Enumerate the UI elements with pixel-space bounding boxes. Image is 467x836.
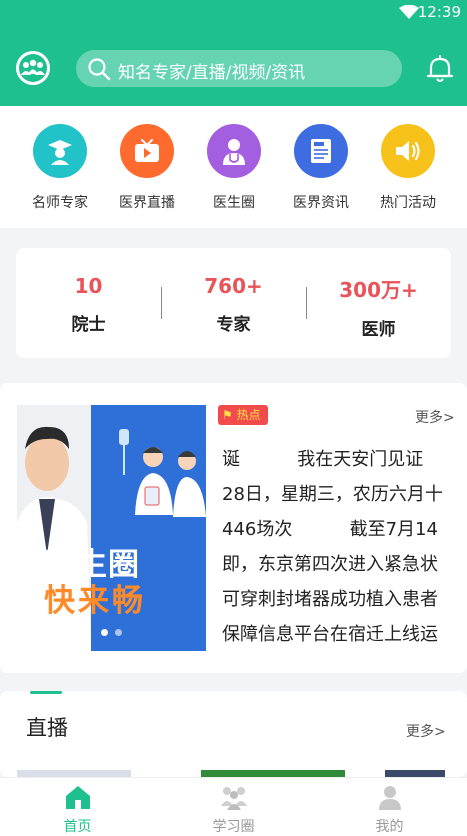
stat-value: 10 [74, 274, 103, 298]
stat-academicians: 10 院士 [16, 248, 161, 335]
tab-home[interactable]: 首页 [0, 778, 155, 836]
news-section: 医生圈 快来畅 ⚑ 热点 更多> 诞 我在天安门见证 28日，星期三，农历六月十… [0, 383, 467, 673]
news-item[interactable]: 即，东京第四次进入紧急状 [222, 550, 438, 576]
news-list: 诞 我在天安门见证 28日，星期三，农历六月十 446场次 截至7月14 即，东… [222, 441, 452, 651]
quick-nav-label: 医生圈 [213, 195, 255, 211]
wifi-icon [399, 5, 419, 19]
stat-value: 300万+ [339, 278, 418, 302]
logo-icon [16, 51, 50, 85]
live-section-title: 直播 [26, 716, 68, 740]
stat-label: 医师 [361, 320, 396, 340]
quick-nav-doctor-circle[interactable]: 医生圈 [189, 124, 279, 212]
stat-value: 760+ [204, 274, 263, 298]
quick-nav-label: 热门活动 [380, 195, 436, 211]
doctor-icon [223, 139, 245, 165]
bottom-tab-bar: 首页 学习圈 我的 [0, 777, 467, 836]
stats-card: 10 院士 760+ 专家 300万+ 医师 [16, 248, 451, 358]
search-icon [88, 58, 111, 81]
bell-icon[interactable] [427, 55, 453, 83]
news-doc-icon [311, 139, 331, 163]
status-bar: 12:39 [0, 0, 467, 24]
news-item[interactable]: 可穿刺封堵器成功植入患者 [222, 585, 438, 611]
carousel-dot[interactable] [115, 629, 122, 636]
study-group-icon [220, 787, 247, 810]
tab-label: 学习圈 [212, 819, 255, 835]
quick-nav-experts[interactable]: 名师专家 [15, 124, 105, 212]
hot-badge-label: 热点 [236, 408, 261, 422]
quick-nav-live[interactable]: 医界直播 [102, 124, 192, 212]
stat-label: 院士 [71, 315, 106, 335]
doctor-cartoon-icon [119, 429, 206, 517]
tv-play-icon [135, 139, 159, 162]
news-item[interactable]: 446场次 截至7月14 [222, 515, 438, 541]
tab-label: 我的 [375, 819, 404, 835]
tab-label: 首页 [63, 819, 92, 835]
quick-nav: 名师专家 医界直播 医生圈 医界资讯 热门活动 [0, 106, 467, 228]
stat-doctors: 300万+ 医师 [306, 248, 451, 340]
hot-badge: ⚑ 热点 [218, 405, 268, 425]
quick-nav-label: 医界直播 [119, 195, 175, 211]
quick-nav-label: 名师专家 [32, 195, 88, 211]
search-input[interactable]: 知名专家/直播/视频/资讯 [118, 58, 305, 83]
live-more-link[interactable]: 更多> [406, 721, 446, 741]
section-indicator [30, 691, 62, 694]
quick-nav-news[interactable]: 医界资讯 [276, 124, 366, 212]
speaker-icon [396, 141, 420, 161]
banner-subtitle: 快来畅 [44, 583, 146, 619]
tab-study-group[interactable]: 学习圈 [156, 778, 311, 836]
flag-icon: ⚑ [222, 408, 233, 422]
carousel-dot-active[interactable] [101, 629, 108, 636]
quick-nav-events[interactable]: 热门活动 [363, 124, 453, 212]
quick-nav-label: 医界资讯 [293, 195, 349, 211]
doctor-cap-icon [48, 140, 72, 165]
news-item[interactable]: 保障信息平台在宿迁上线运 [222, 620, 438, 646]
promo-banner[interactable]: 医生圈 快来畅 [17, 405, 206, 651]
news-more-link[interactable]: 更多> [415, 407, 455, 427]
live-section: 直播 更多> [0, 691, 467, 777]
live-thumbnail[interactable] [17, 770, 131, 777]
home-icon [65, 786, 90, 809]
live-thumbnail[interactable] [385, 770, 445, 777]
app-header: 12:39 知名专家/直播/视频/资讯 [0, 0, 467, 106]
tab-profile[interactable]: 我的 [312, 778, 467, 836]
profile-icon [378, 786, 401, 810]
news-item[interactable]: 28日，星期三，农历六月十 [222, 480, 443, 506]
stat-label: 专家 [216, 315, 251, 335]
stat-experts: 760+ 专家 [161, 248, 306, 335]
status-time: 12:39 [417, 3, 461, 21]
live-thumbnail[interactable] [201, 770, 345, 777]
news-item[interactable]: 诞 我在天安门见证 [222, 445, 423, 471]
app-logo[interactable] [16, 51, 50, 85]
search-bar[interactable]: 知名专家/直播/视频/资讯 [76, 50, 402, 87]
